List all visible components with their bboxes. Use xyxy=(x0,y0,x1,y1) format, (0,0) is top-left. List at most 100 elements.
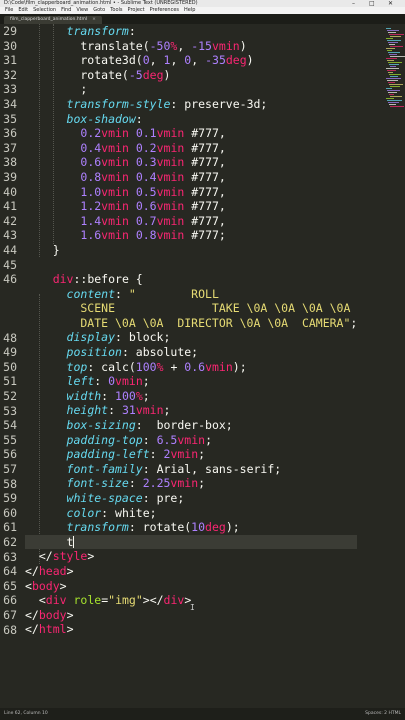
close-button[interactable]: ✕ xyxy=(388,0,393,7)
code-line[interactable]: width: 100%; xyxy=(25,389,357,404)
line-number: 68 xyxy=(3,622,17,637)
line-number: 38 xyxy=(3,155,17,170)
minimap-line xyxy=(387,60,394,61)
menu-project[interactable]: Project xyxy=(128,7,145,13)
code-line[interactable]: </html> xyxy=(25,622,357,637)
line-number: 58 xyxy=(3,476,17,491)
code-line[interactable] xyxy=(25,258,357,273)
menu-preferences[interactable]: Preferences xyxy=(150,7,179,13)
minimap-line xyxy=(388,82,395,83)
code-line[interactable]: transform-style: preserve-3d; xyxy=(25,97,357,112)
code-line[interactable]: t xyxy=(25,534,358,550)
code-line[interactable]: </style> xyxy=(25,549,357,564)
line-number: 32 xyxy=(3,67,17,82)
minimap-line xyxy=(390,56,405,57)
menu-help[interactable]: Help xyxy=(184,7,195,13)
code-line[interactable]: 0.8vmin 0.4vmin #777, xyxy=(25,170,357,185)
code-line[interactable]: box-shadow: xyxy=(25,112,357,127)
menu-find[interactable]: Find xyxy=(61,7,71,13)
code-line[interactable]: position: absolute; xyxy=(25,345,357,360)
minimap[interactable] xyxy=(383,24,405,708)
tab-bar: film_clapperboard_animation.html × xyxy=(0,14,405,24)
mouse-ibeam-icon: I xyxy=(190,603,195,612)
code-line[interactable]: </head> xyxy=(25,564,357,579)
code-line[interactable]: padding-top: 6.5vmin; xyxy=(25,433,357,448)
code-line[interactable]: translate(-50%, -15vmin) xyxy=(25,39,357,54)
title-bar: D:\Code\film_clapperboard_animation.html… xyxy=(0,0,405,7)
code-line[interactable]: } xyxy=(25,243,357,258)
minimap-line xyxy=(387,40,401,41)
code-line[interactable]: rotate3d(0, 1, 0, -35deg) xyxy=(25,53,357,68)
minimap-line xyxy=(387,90,400,91)
code-line[interactable]: display: block; xyxy=(25,330,357,345)
menu-tools[interactable]: Tools xyxy=(110,7,122,13)
menu-view[interactable]: View xyxy=(76,7,88,13)
code-line[interactable]: top: calc(100% + 0.6vmin); xyxy=(25,360,357,375)
line-number-gutter: 29 30 31 32 33 34 35 36 37 38 39 40 41 4… xyxy=(0,24,18,708)
minimap-line xyxy=(390,46,403,47)
line-number: 46 xyxy=(3,272,17,287)
minimap-line xyxy=(388,32,396,33)
code-line[interactable]: ; xyxy=(25,82,357,97)
line-number: 44 xyxy=(3,243,17,257)
minimap-line xyxy=(389,94,394,95)
tab-close-icon[interactable]: × xyxy=(92,17,96,22)
code-line[interactable]: 1.2vmin 0.6vmin #777, xyxy=(25,199,357,214)
code-line[interactable]: font-size: 2.25vmin; xyxy=(25,476,357,491)
line-number: 48 xyxy=(3,330,17,345)
line-number: 52 xyxy=(3,389,17,403)
code-line[interactable]: font-family: Arial, sans-serif; xyxy=(25,462,357,477)
line-number: 36 xyxy=(3,126,17,141)
code-line[interactable]: transform: rotate(10deg); xyxy=(25,520,357,535)
code-line[interactable]: height: 31vmin; xyxy=(25,403,357,418)
code-line[interactable]: DATE \0A \0A DIRECTOR \0A \0A CAMERA"; xyxy=(25,316,357,331)
minimap-line xyxy=(386,78,401,79)
minimap-line xyxy=(388,72,393,73)
minimap-line xyxy=(390,96,402,97)
minimap-line xyxy=(388,52,400,53)
code-line[interactable]: left: 0vmin; xyxy=(25,374,357,389)
minimap-line xyxy=(389,64,399,65)
code-line[interactable]: rotate(-5deg) xyxy=(25,68,357,83)
line-number: 54 xyxy=(3,418,17,433)
menu-file[interactable]: File xyxy=(5,7,13,13)
code-line[interactable]: padding-left: 2vmin; xyxy=(25,447,357,462)
code-line[interactable]: white-space: pre; xyxy=(25,491,357,506)
line-number: 42 xyxy=(3,213,17,228)
cursor-position: Line 62, Column 10 xyxy=(4,711,48,716)
code-line[interactable]: transform: xyxy=(25,24,357,39)
maximize-button[interactable]: □ xyxy=(369,0,375,7)
syntax-indicator: Spaces: 2 HTML xyxy=(365,711,401,716)
minimap-line xyxy=(389,34,404,35)
code-line[interactable]: 1.4vmin 0.7vmin #777, xyxy=(25,214,357,229)
menu-goto[interactable]: Goto xyxy=(93,7,105,13)
code-line[interactable]: SCENE TAKE \0A \0A \0A \0A xyxy=(25,301,357,316)
code-line[interactable]: 0.4vmin 0.2vmin #777, xyxy=(25,141,357,156)
line-number: 64 xyxy=(3,564,17,579)
code-line[interactable]: 0.6vmin 0.3vmin #777, xyxy=(25,155,357,170)
minimap-line xyxy=(390,36,401,37)
code-editor[interactable]: 29 30 31 32 33 34 35 36 37 38 39 40 41 4… xyxy=(0,24,383,708)
menu-selection[interactable]: Selection xyxy=(33,7,56,13)
code-line[interactable]: color: white; xyxy=(25,506,357,521)
code-line[interactable]: content: " ROLL xyxy=(25,287,357,302)
line-number: 30 xyxy=(3,38,17,53)
minimap-line xyxy=(390,66,396,67)
minimize-button[interactable]: – xyxy=(352,0,355,7)
minimap-line xyxy=(388,102,399,103)
code-line[interactable]: box-sizing: border-box; xyxy=(25,418,357,433)
minimap-line xyxy=(389,44,395,45)
minimap-line xyxy=(388,92,397,93)
code-text[interactable]: transform: translate(-50%, -15vmin) rota… xyxy=(25,24,358,637)
minimap-line xyxy=(387,70,396,71)
code-line[interactable]: 1.6vmin 0.8vmin #777; xyxy=(25,228,357,243)
line-number: 56 xyxy=(3,447,17,462)
code-line[interactable]: div::before { xyxy=(25,272,357,287)
menu-edit[interactable]: Edit xyxy=(18,7,28,13)
code-line[interactable]: 0.2vmin 0.1vmin #777, xyxy=(25,126,357,141)
code-line[interactable]: 1.0vmin 0.5vmin #777, xyxy=(25,185,357,200)
line-number: 31 xyxy=(3,53,17,68)
line-number: 67 xyxy=(3,608,17,622)
file-tab[interactable]: film_clapperboard_animation.html × xyxy=(4,16,102,24)
code-line[interactable]: <body> xyxy=(25,579,357,594)
